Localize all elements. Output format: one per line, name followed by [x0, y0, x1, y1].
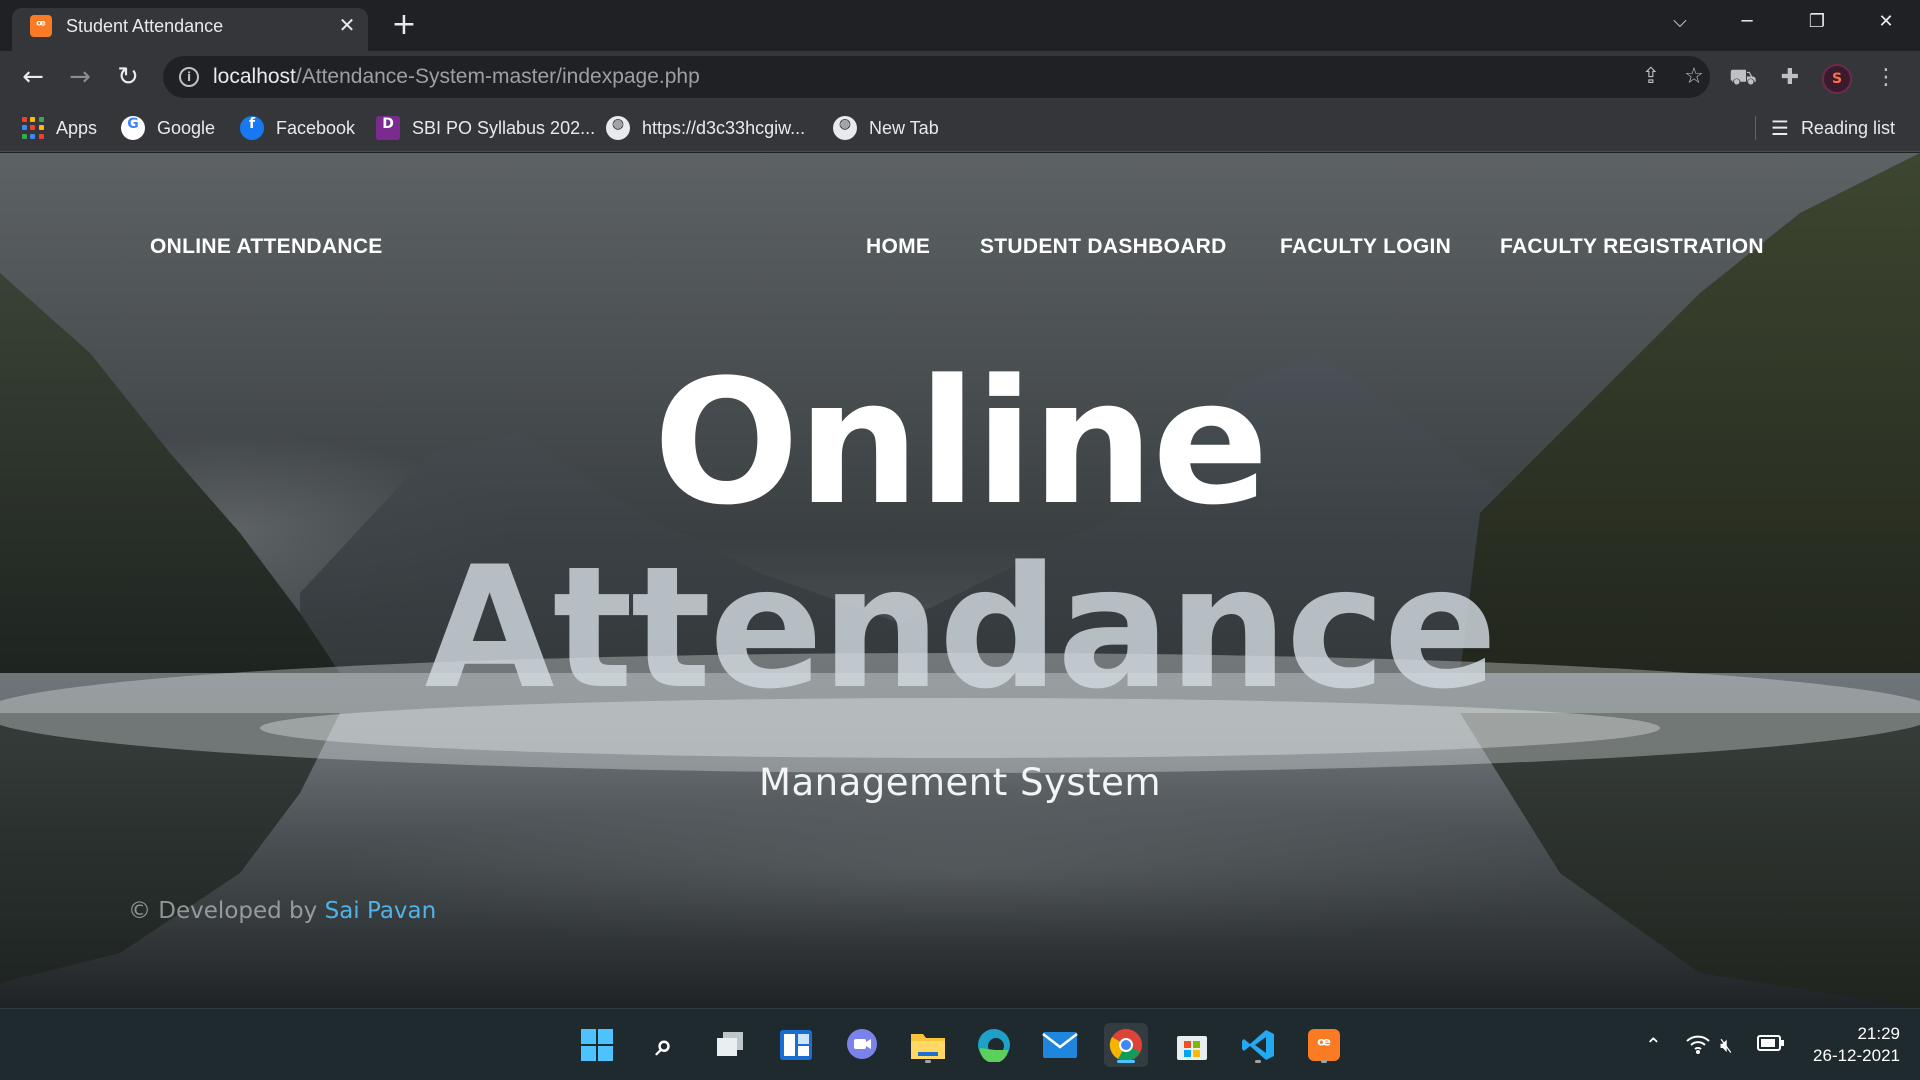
- browser-tab-active[interactable]: ꟹ Student Attendance ✕: [12, 8, 368, 51]
- bookmark-facebook[interactable]: f Facebook: [240, 115, 355, 141]
- bookmark-star-icon[interactable]: ☆: [1681, 64, 1707, 90]
- more-menu-icon[interactable]: ⋮: [1872, 64, 1900, 92]
- bookmark-apps[interactable]: Apps: [22, 115, 97, 141]
- reading-list-label: Reading list: [1800, 117, 1895, 138]
- bookmark-label: Google: [157, 117, 216, 138]
- widgets-icon[interactable]: [774, 1023, 818, 1067]
- bookmark-label: New Tab: [869, 117, 939, 138]
- task-view-icon[interactable]: [708, 1023, 752, 1067]
- browser-toolbar: ← → ↻ i localhost/Attendance-System-mast…: [0, 51, 1920, 104]
- xampp-icon[interactable]: ꟹ: [1302, 1023, 1346, 1067]
- windows-start-icon[interactable]: [575, 1023, 619, 1067]
- active-indicator: [1117, 1060, 1135, 1063]
- system-clock[interactable]: 21:29 26-12-2021: [1800, 1023, 1900, 1067]
- bookmark-sbi-po[interactable]: D SBI PO Syllabus 202...: [376, 115, 595, 141]
- facebook-icon: f: [240, 116, 264, 140]
- bookmark-google[interactable]: G Google: [121, 115, 215, 141]
- restore-icon[interactable]: ❐: [1797, 8, 1837, 36]
- reading-list-icon: ☰: [1771, 116, 1789, 140]
- windows-taskbar: ⌕ ꟹ ⌃ 🔇︎ 21:29 26-12-2021: [0, 1008, 1920, 1080]
- footer-credit: © Developed by Sai Pavan: [128, 898, 436, 924]
- site-brand[interactable]: ONLINE ATTENDANCE: [150, 235, 383, 259]
- show-hidden-icons-chevron-icon[interactable]: ⌃: [1645, 1033, 1662, 1057]
- battery-icon[interactable]: [1757, 1033, 1785, 1057]
- globe-icon: ◍: [606, 116, 630, 140]
- microsoft-store-icon[interactable]: [1170, 1023, 1214, 1067]
- bookmark-label: https://d3c33hcgiw...: [642, 117, 806, 138]
- vscode-icon[interactable]: [1236, 1023, 1280, 1067]
- hero-title-line2: Attendance: [424, 530, 1498, 726]
- wifi-icon[interactable]: [1685, 1033, 1711, 1060]
- minimize-icon[interactable]: ─: [1727, 8, 1767, 36]
- volume-muted-icon[interactable]: 🔇︎: [1720, 1033, 1733, 1057]
- clock-time: 21:29: [1857, 1024, 1900, 1043]
- file-explorer-icon[interactable]: [906, 1023, 950, 1067]
- apps-grid-icon: [22, 117, 44, 139]
- address-bar[interactable]: i localhost/Attendance-System-master/ind…: [163, 56, 1710, 98]
- back-arrow-icon[interactable]: ←: [17, 62, 49, 94]
- tab-title: Student Attendance: [66, 16, 224, 36]
- clock-date: 26-12-2021: [1813, 1046, 1900, 1065]
- running-indicator: [1255, 1060, 1261, 1063]
- globe-icon: ◍: [833, 116, 857, 140]
- extensions-puzzle-icon[interactable]: ✚: [1776, 64, 1804, 92]
- edge-icon[interactable]: [972, 1023, 1016, 1067]
- window-close-icon[interactable]: ✕: [1866, 8, 1906, 36]
- reload-icon[interactable]: ↻: [112, 62, 144, 94]
- share-icon[interactable]: ⇪: [1638, 64, 1664, 90]
- reading-list-button[interactable]: ☰ Reading list: [1771, 115, 1895, 141]
- hero-subtitle: Management System: [759, 761, 1161, 804]
- forward-arrow-icon[interactable]: →: [64, 62, 96, 94]
- bookmark-label: Facebook: [276, 117, 356, 138]
- shopping-cart-extension-icon[interactable]: ⛟: [1729, 64, 1757, 92]
- url-host: localhost: [213, 65, 296, 88]
- running-indicator: [925, 1060, 931, 1063]
- bookmark-new-tab[interactable]: ◍ New Tab: [833, 115, 939, 141]
- nav-student-dashboard-link[interactable]: STUDENT DASHBOARD: [980, 235, 1227, 259]
- tab-search-icon[interactable]: ⌵: [1660, 8, 1700, 36]
- mail-icon[interactable]: [1038, 1023, 1082, 1067]
- bookmark-label: Apps: [56, 117, 98, 138]
- bookmark-label: SBI PO Syllabus 202...: [412, 117, 596, 138]
- bookmarks-bar: Apps G Google f Facebook D SBI PO Syllab…: [0, 104, 1920, 152]
- footer-author-link[interactable]: Sai Pavan: [325, 898, 437, 924]
- profile-avatar[interactable]: S: [1822, 64, 1852, 94]
- nav-home-link[interactable]: HOME: [866, 235, 930, 259]
- teams-chat-icon[interactable]: [840, 1023, 884, 1067]
- search-icon[interactable]: ⌕: [642, 1023, 686, 1067]
- page-viewport: ONLINE ATTENDANCE HOME STUDENT DASHBOARD…: [0, 153, 1920, 1008]
- running-indicator: [1321, 1060, 1327, 1063]
- svg-text:ꟹ: ꟹ: [1317, 1033, 1331, 1057]
- bookmark-site-icon: D: [376, 116, 400, 140]
- new-tab-button[interactable]: +: [388, 10, 420, 42]
- nav-faculty-login-link[interactable]: FACULTY LOGIN: [1280, 235, 1451, 259]
- xampp-favicon-icon: ꟹ: [30, 15, 52, 37]
- url-text[interactable]: localhost/Attendance-System-master/index…: [213, 65, 700, 89]
- bookmark-d3c33[interactable]: ◍ https://d3c33hcgiw...: [606, 115, 805, 141]
- url-path: /Attendance-System-master/indexpage.php: [295, 65, 700, 88]
- nav-faculty-registration-link[interactable]: FACULTY REGISTRATION: [1500, 235, 1764, 259]
- hero-title-line1: Online: [653, 342, 1269, 543]
- footer-prefix: © Developed by: [128, 898, 318, 924]
- chrome-icon[interactable]: [1104, 1023, 1148, 1067]
- tab-close-icon[interactable]: ✕: [334, 12, 360, 38]
- browser-tab-strip: ꟹ Student Attendance ✕ + ⌵ ─ ❐ ✕: [0, 0, 1920, 51]
- site-info-icon[interactable]: i: [179, 67, 199, 87]
- google-icon: G: [121, 116, 145, 140]
- bookmarks-divider: [1755, 116, 1756, 140]
